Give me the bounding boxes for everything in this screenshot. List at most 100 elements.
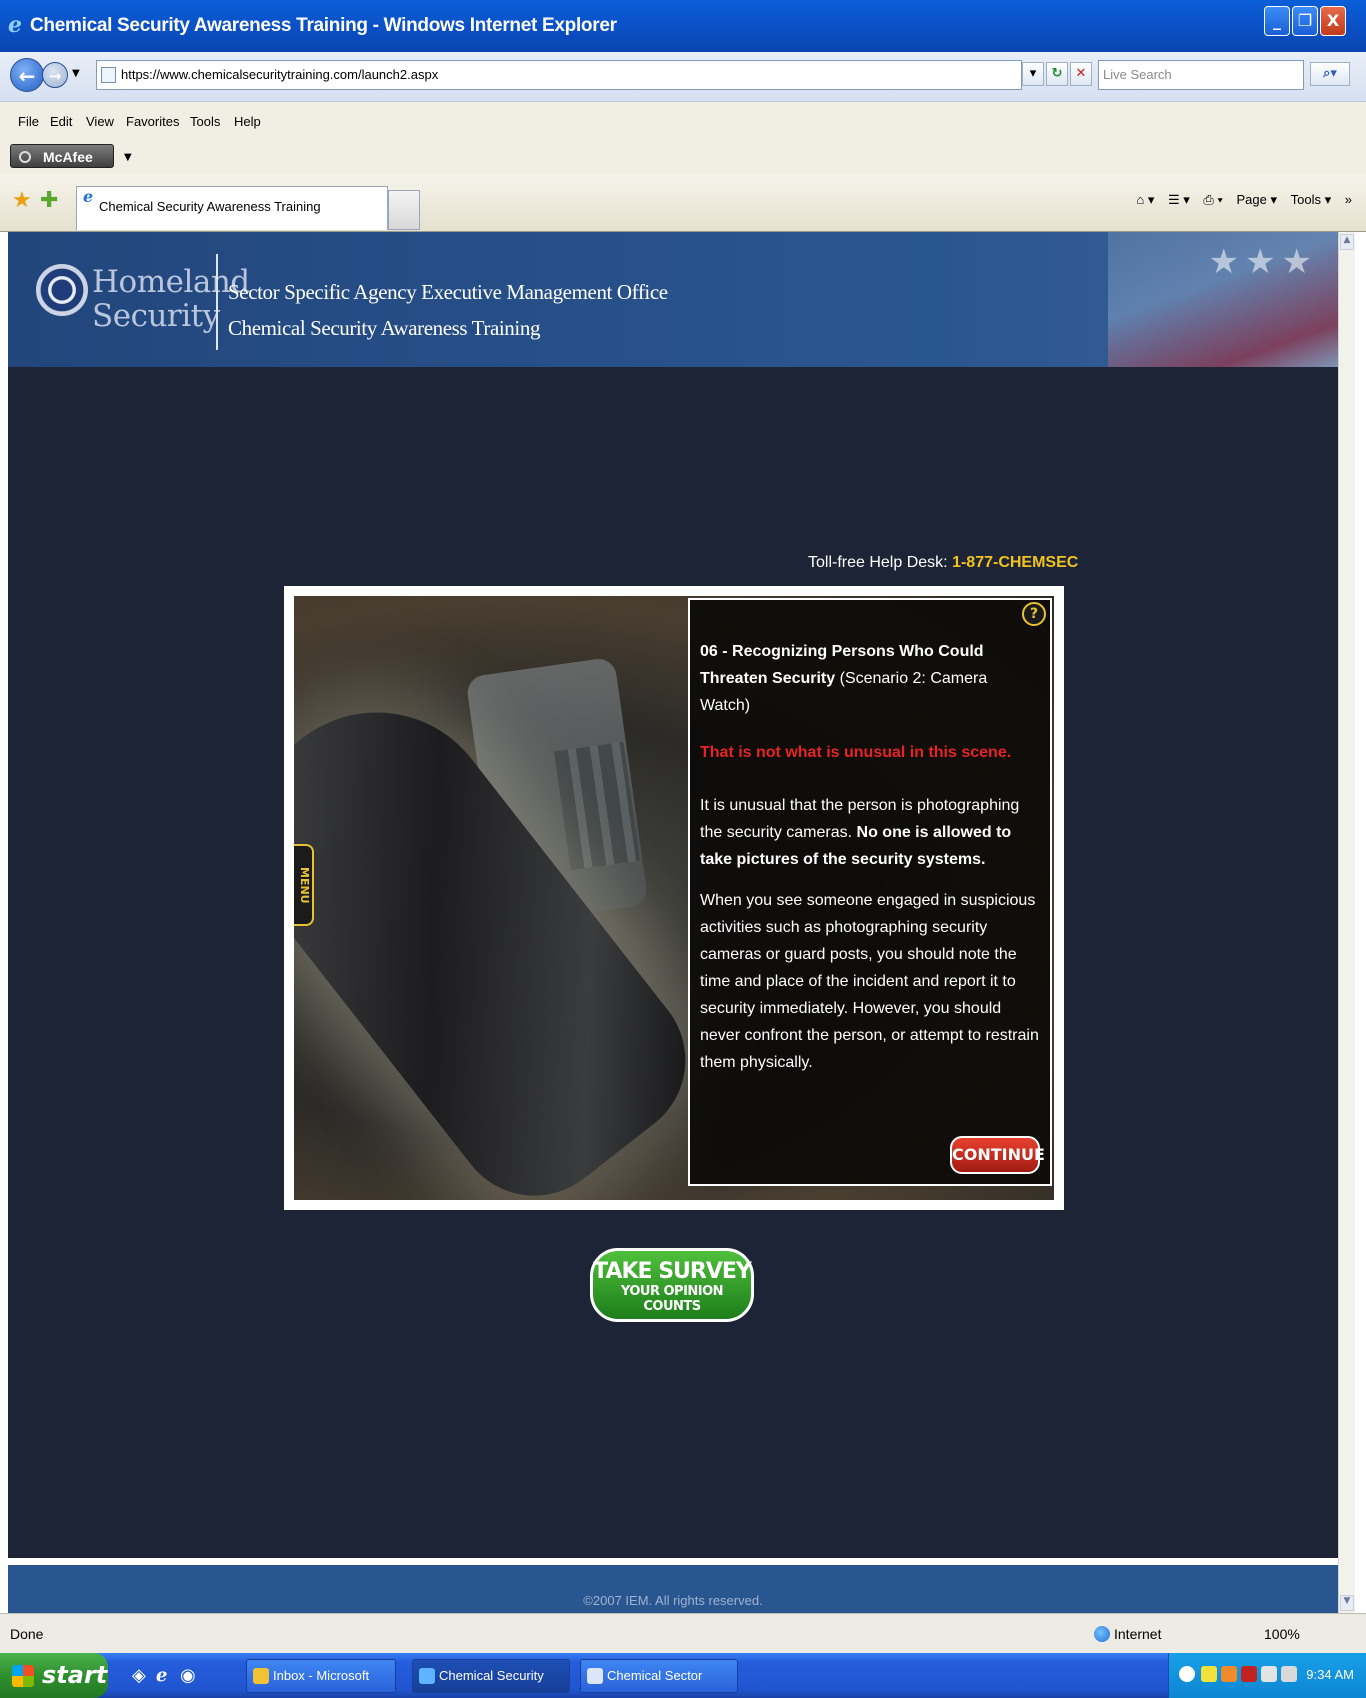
restore-button[interactable]: ❐ xyxy=(1292,6,1318,36)
take-survey-button[interactable]: TAKE SURVEY YOUR OPINION COUNTS xyxy=(590,1248,754,1322)
back-button[interactable]: ← xyxy=(10,58,44,92)
tray-volume-icon[interactable] xyxy=(1281,1666,1297,1682)
search-input[interactable]: Live Search xyxy=(1098,60,1304,90)
quicklaunch-desktop-icon[interactable]: ◈ xyxy=(132,1665,146,1686)
dhs-wordmark: Homeland Security xyxy=(92,265,250,333)
scroll-down-icon[interactable]: ▼ xyxy=(1340,1595,1354,1611)
tab-bar: ★ ✚ e Chemical Security Awareness Traini… xyxy=(0,174,1366,232)
continue-button[interactable]: CONTINUE xyxy=(950,1136,1045,1174)
menu-edit[interactable]: Edit xyxy=(50,114,72,129)
start-label: start xyxy=(42,1661,108,1689)
dhs-wordmark-line2: Security xyxy=(92,298,220,334)
flag-stars: ★★★ xyxy=(1208,242,1318,282)
history-dropdown-icon[interactable]: ▼ xyxy=(72,68,80,79)
new-tab-button[interactable] xyxy=(388,190,420,230)
scene-image: MENU ? 06 - Recognizing Persons Who Coul… xyxy=(294,596,1054,1200)
word-doc-icon xyxy=(587,1668,603,1684)
task-word[interactable]: Chemical Sector Secu... xyxy=(580,1659,738,1693)
forward-button[interactable]: → xyxy=(42,62,68,88)
add-favorite-icon[interactable]: ✚ xyxy=(40,188,58,213)
security-zone: Internet xyxy=(1094,1626,1161,1642)
survey-title: TAKE SURVEY xyxy=(593,1259,752,1284)
tray-expand-icon[interactable] xyxy=(1179,1666,1195,1682)
refresh-icon[interactable]: ↻ xyxy=(1046,62,1068,86)
page-footer: ©2007 IEM. All rights reserved. xyxy=(8,1565,1338,1613)
task-outlook-label: Inbox - Microsoft Out... xyxy=(273,1668,370,1683)
mcafee-label: McAfee xyxy=(43,149,93,165)
mcafee-button[interactable]: McAfee xyxy=(10,144,114,168)
search-icon[interactable]: ⌕▾ xyxy=(1310,62,1350,86)
ie-icon: e xyxy=(8,12,22,38)
status-text: Done xyxy=(10,1626,44,1642)
home-icon[interactable]: ⌂ ▾ xyxy=(1136,192,1154,207)
dhs-wordmark-line1: Homeland xyxy=(92,264,250,300)
quicklaunch-media-icon[interactable]: ◉ xyxy=(180,1665,196,1686)
ie-task-icon xyxy=(419,1668,435,1684)
task-outlook[interactable]: Inbox - Microsoft Out... xyxy=(246,1659,396,1693)
window-titlebar: e Chemical Security Awareness Training -… xyxy=(0,0,1366,52)
tab-active[interactable]: e Chemical Security Awareness Training xyxy=(76,186,388,230)
org-title-line1: Sector Specific Agency Executive Managem… xyxy=(228,280,668,304)
quicklaunch-ie-icon[interactable]: ℯ xyxy=(156,1665,167,1686)
tray-security-icon[interactable] xyxy=(1261,1666,1277,1682)
explanation-paragraph: It is unusual that the person is photogr… xyxy=(700,792,1040,873)
menu-bar: File Edit View Favorites Tools Help xyxy=(0,102,1366,140)
flag-graphic: ★★★ xyxy=(1108,232,1338,367)
mcafee-icon xyxy=(19,151,31,163)
menu-favorites[interactable]: Favorites xyxy=(126,114,179,129)
page-icon xyxy=(101,67,116,83)
address-toolbar: ← → ▼ https://www.chemicalsecuritytraini… xyxy=(0,52,1366,102)
status-bar: Done Internet 100% xyxy=(0,1613,1366,1653)
tray-network-icon[interactable] xyxy=(1201,1666,1217,1682)
menu-help[interactable]: Help xyxy=(234,114,261,129)
outlook-icon xyxy=(253,1668,269,1684)
tools-menu-button[interactable]: Tools ▾ xyxy=(1291,192,1332,207)
ie-tab-icon: e xyxy=(83,187,94,206)
task-word-label: Chemical Sector Secu... xyxy=(607,1668,703,1683)
banner-divider xyxy=(216,254,218,350)
windows-logo-icon xyxy=(12,1665,34,1687)
stop-icon[interactable]: ✕ xyxy=(1070,62,1092,86)
lesson-heading: 06 - Recognizing Persons Who Could Threa… xyxy=(700,638,1040,719)
tab-label: Chemical Security Awareness Training xyxy=(99,199,321,214)
scroll-up-icon[interactable]: ▲ xyxy=(1340,234,1354,250)
close-button[interactable]: X xyxy=(1320,6,1346,36)
command-bar: ⌂ ▾ ☰ ▾ ⎙ ▾ Page ▾ Tools ▾ » xyxy=(1126,192,1352,208)
zoom-level[interactable]: 100% xyxy=(1264,1626,1300,1642)
guidance-paragraph: When you see someone engaged in suspicio… xyxy=(700,892,1039,1071)
task-ie-label: Chemical Security Aw... xyxy=(439,1668,544,1683)
page-content: Homeland Security Sector Specific Agency… xyxy=(8,232,1338,1613)
help-desk-label: Toll-free Help Desk: xyxy=(808,554,948,571)
menu-tab-button[interactable]: MENU xyxy=(294,844,314,926)
more-chevron-icon[interactable]: » xyxy=(1345,192,1352,207)
lesson-panel: ? 06 - Recognizing Persons Who Could Thr… xyxy=(688,598,1052,1186)
menu-file[interactable]: File xyxy=(18,114,39,129)
vertical-scrollbar[interactable]: ▲ ▼ xyxy=(1338,232,1355,1613)
clock: 9:34 AM xyxy=(1306,1667,1354,1682)
favorites-star-icon[interactable]: ★ xyxy=(12,188,32,213)
address-dropdown-button[interactable]: ▾ xyxy=(1022,62,1044,86)
tray-outlook-icon[interactable] xyxy=(1221,1666,1237,1682)
print-icon[interactable]: ⎙ ▾ xyxy=(1203,192,1222,207)
org-title: Sector Specific Agency Executive Managem… xyxy=(228,274,668,346)
help-desk-info: Toll-free Help Desk: 1-877-CHEMSEC xyxy=(808,554,1078,572)
windows-taskbar: start ◈ ℯ ◉ Inbox - Microsoft Out... Che… xyxy=(0,1653,1366,1698)
header-banner: Homeland Security Sector Specific Agency… xyxy=(8,232,1338,367)
help-icon[interactable]: ? xyxy=(1022,602,1046,626)
mcafee-toolbar: McAfee ▼ xyxy=(0,140,1366,174)
minimize-button[interactable]: _ xyxy=(1264,6,1290,36)
feeds-icon[interactable]: ☰ ▾ xyxy=(1168,192,1190,207)
task-ie[interactable]: Chemical Security Aw... xyxy=(412,1659,570,1693)
menu-view[interactable]: View xyxy=(86,114,114,129)
feedback-alert: That is not what is unusual in this scen… xyxy=(700,744,1012,761)
training-player: MENU ? 06 - Recognizing Persons Who Coul… xyxy=(284,586,1064,1210)
window-title: Chemical Security Awareness Training - W… xyxy=(30,15,617,36)
url-text: https://www.chemicalsecuritytraining.com… xyxy=(121,67,439,82)
menu-tools[interactable]: Tools xyxy=(190,114,220,129)
start-button[interactable]: start xyxy=(0,1653,108,1698)
page-menu-button[interactable]: Page ▾ xyxy=(1237,192,1278,207)
tray-mcafee-icon[interactable] xyxy=(1241,1666,1257,1682)
address-field[interactable]: https://www.chemicalsecuritytraining.com… xyxy=(96,60,1022,90)
copyright-text: ©2007 IEM. All rights reserved. xyxy=(583,1593,763,1608)
mcafee-dropdown-icon[interactable]: ▼ xyxy=(124,152,132,163)
